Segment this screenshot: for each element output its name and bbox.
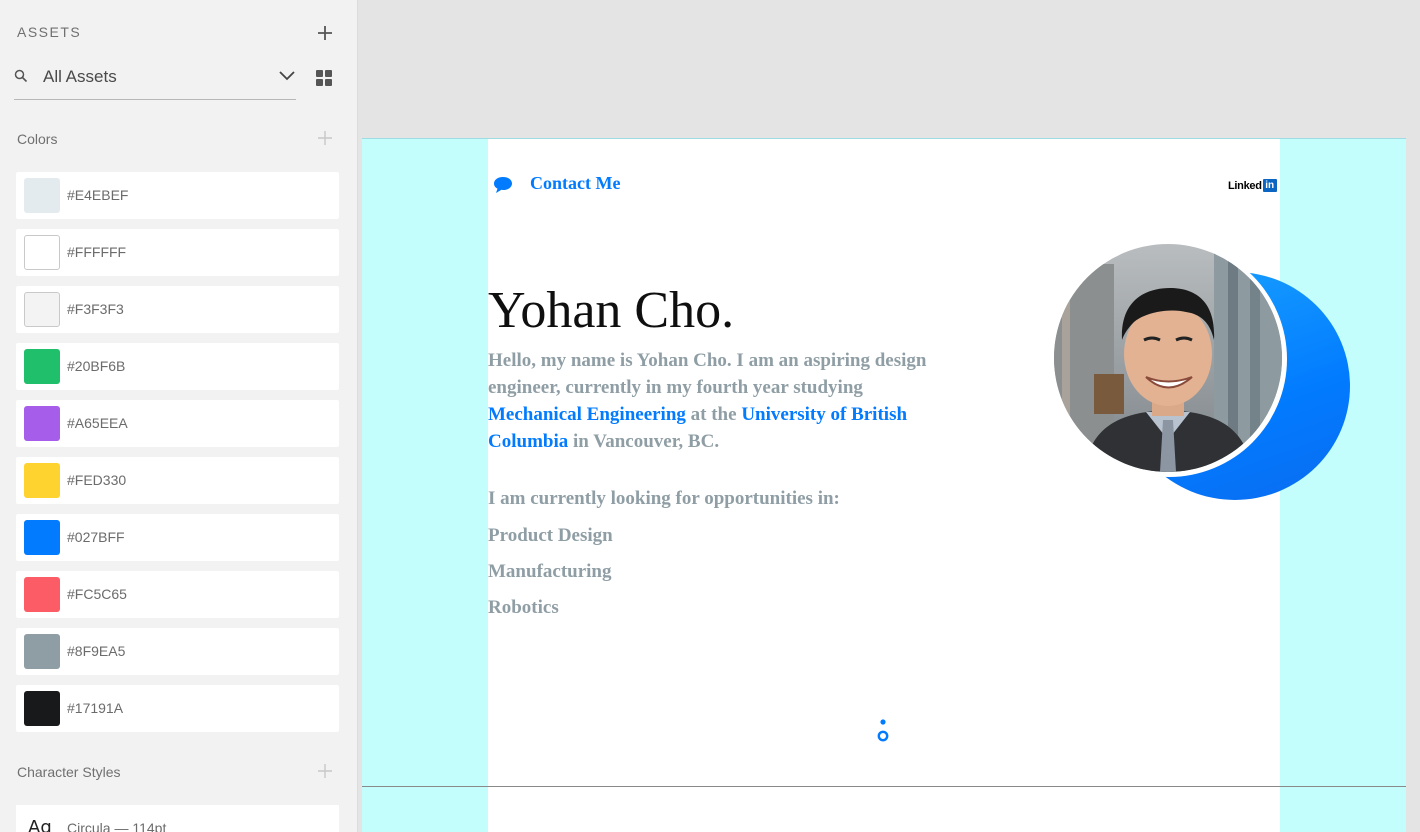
- character-style-item[interactable]: Ag Circula — 114pt: [16, 805, 339, 832]
- color-hex-label: #8F9EA5: [67, 643, 126, 659]
- plus-icon: [318, 26, 332, 40]
- intro-text: Hello, my name is Yohan Cho. I am an asp…: [488, 350, 927, 398]
- grid-icon: [325, 70, 332, 77]
- add-character-style-button[interactable]: [317, 763, 333, 779]
- filter-selected-value: All Assets: [43, 67, 117, 86]
- linkedin-wordmark: Linked: [1228, 179, 1262, 192]
- linkedin-logo[interactable]: Linked in: [1228, 177, 1277, 193]
- color-swatch-item[interactable]: #20BF6B: [16, 343, 339, 390]
- color-swatch: [24, 634, 60, 669]
- color-hex-label: #FED330: [67, 472, 127, 488]
- character-styles-heading: Character Styles: [17, 764, 121, 780]
- colors-heading: Colors: [17, 131, 58, 147]
- assets-panel: ASSETS All Assets Colors #E4EBEF #FFFFFF #…: [0, 0, 358, 832]
- opportunities-heading: I am currently looking for opportunities…: [488, 488, 840, 509]
- opportunity-item: Manufacturing: [488, 561, 612, 582]
- hero-name: Yohan Cho.: [488, 282, 735, 339]
- color-swatch: [24, 406, 60, 441]
- plus-icon: [318, 131, 332, 145]
- artboard[interactable]: Contact Me Linked in Yohan Cho. Hello, my…: [362, 138, 1406, 832]
- intro-text: in Vancouver, BC.: [568, 431, 720, 452]
- color-hex-label: #20BF6B: [67, 358, 126, 374]
- color-swatch-item[interactable]: #8F9EA5: [16, 628, 339, 675]
- chat-bubble-icon: [494, 177, 512, 193]
- scroll-down-indicator-icon[interactable]: [876, 717, 890, 745]
- design-canvas[interactable]: Contact Me Linked in Yohan Cho. Hello, my…: [360, 0, 1420, 832]
- color-hex-label: #FC5C65: [67, 586, 127, 602]
- major-highlight: Mechanical Engineering: [488, 404, 686, 425]
- intro-text: at the: [685, 404, 742, 425]
- color-hex-label: #F3F3F3: [67, 301, 124, 317]
- opportunity-item: Product Design: [488, 525, 613, 546]
- add-asset-button[interactable]: [314, 22, 336, 44]
- color-swatch-item[interactable]: #F3F3F3: [16, 286, 339, 333]
- fold-guide-line: [362, 786, 1406, 787]
- colors-list: #E4EBEF #FFFFFF #F3F3F3 #20BF6B #A65EEA #FED3…: [16, 172, 339, 742]
- color-swatch-item[interactable]: #FFFFFF: [16, 229, 339, 276]
- profile-photo: [1054, 244, 1282, 472]
- assets-title: ASSETS: [17, 24, 82, 40]
- color-swatch: [24, 349, 60, 384]
- color-hex-label: #027BFF: [67, 529, 125, 545]
- color-swatch-item[interactable]: #FC5C65: [16, 571, 339, 618]
- portrait-illustration: [1054, 244, 1282, 472]
- color-hex-label: #A65EEA: [67, 415, 128, 431]
- color-swatch-item[interactable]: #17191A: [16, 685, 339, 732]
- color-hex-label: #17191A: [67, 700, 124, 716]
- color-swatch: [24, 691, 60, 726]
- color-swatch: [24, 520, 60, 555]
- character-style-preview: Ag: [28, 817, 52, 832]
- color-hex-label: #FFFFFF: [67, 244, 127, 260]
- asset-filter-dropdown[interactable]: All Assets: [14, 62, 296, 100]
- color-swatch-item[interactable]: #FED330: [16, 457, 339, 504]
- color-swatch: [24, 577, 60, 612]
- chevron-down-icon: [279, 71, 295, 81]
- color-swatch: [24, 463, 60, 498]
- intro-paragraph: Hello, my name is Yohan Cho. I am an asp…: [488, 347, 958, 455]
- search-icon: [14, 69, 28, 83]
- color-hex-label: #E4EBEF: [67, 187, 129, 203]
- grid-view-button[interactable]: [316, 70, 332, 86]
- layout-guide-right: [1280, 139, 1406, 832]
- opportunity-item: Robotics: [488, 597, 559, 618]
- linkedin-in-box: in: [1262, 179, 1277, 193]
- grid-icon: [325, 79, 332, 86]
- color-swatch: [24, 292, 60, 327]
- grid-icon: [316, 70, 323, 77]
- plus-icon: [318, 764, 332, 778]
- color-swatch-item[interactable]: #E4EBEF: [16, 172, 339, 219]
- character-style-label: Circula — 114pt: [67, 820, 167, 832]
- color-swatch-item[interactable]: #027BFF: [16, 514, 339, 561]
- color-swatch: [24, 235, 60, 270]
- color-swatch-item[interactable]: #A65EEA: [16, 400, 339, 447]
- contact-me-label: Contact Me: [530, 173, 621, 193]
- add-color-button[interactable]: [317, 130, 333, 146]
- color-swatch: [24, 178, 60, 213]
- layout-guide-left: [362, 139, 488, 832]
- grid-icon: [316, 79, 323, 86]
